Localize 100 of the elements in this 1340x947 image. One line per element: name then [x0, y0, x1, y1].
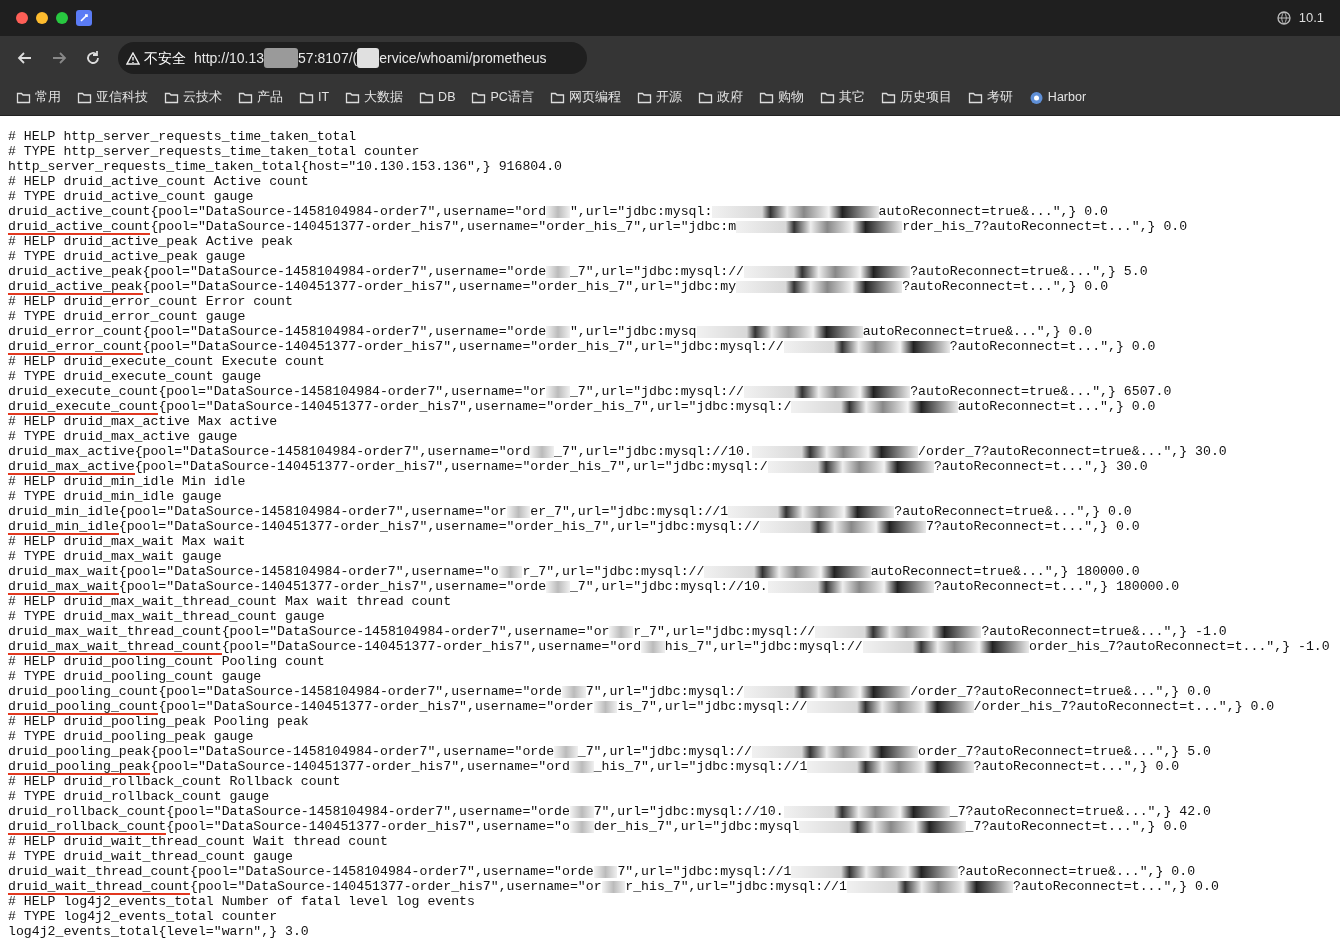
metric-name: druid_wait_thread_count	[8, 880, 191, 895]
bookmark[interactable]: 云技术	[164, 88, 222, 107]
metric-text: {pool="DataSource-1458104984-order7",username="or	[221, 624, 610, 639]
bookmark[interactable]: Harbor	[1028, 88, 1087, 107]
redacted-area	[641, 640, 665, 653]
bookmark[interactable]: DB	[419, 88, 456, 107]
metric-text: 7",url="jdbc:mysql://1	[617, 864, 792, 879]
folder-icon	[238, 90, 253, 105]
metric-text: {pool="DataSource-140451377-order_his7",username="order_his_7",url="jdbc:mysql:/	[158, 399, 792, 414]
minimize-window-button[interactable]	[36, 12, 48, 24]
folder-icon	[419, 90, 435, 105]
bookmark[interactable]: IT	[299, 88, 330, 107]
redacted-area	[264, 48, 299, 68]
comment-line: # HELP druid_wait_thread_count Wait thread count	[8, 834, 388, 849]
reload-icon[interactable]	[84, 49, 102, 67]
metric-text: 7",url="jdbc:mysql://10.	[593, 804, 784, 819]
metric-text: ?autoReconnect=t...",} 0.0	[1013, 879, 1219, 894]
metric-text: {pool="DataSource-140451377-order_his7",username="orde	[118, 579, 547, 594]
metric-text: ?autoReconnect=t...",} 0.0	[973, 759, 1180, 774]
metric-name: druid_rollback_count	[8, 820, 167, 835]
folder-icon	[880, 90, 896, 105]
folder-icon	[77, 90, 92, 105]
redacted-area	[601, 880, 626, 893]
folder-icon	[299, 90, 314, 105]
globe-icon	[1276, 11, 1291, 25]
redacted-area	[562, 685, 586, 698]
bookmark[interactable]: 常用	[16, 88, 61, 107]
folder-icon	[819, 90, 835, 105]
metric-text: ",url="jdbc:mysql:	[569, 204, 713, 219]
comment-line: # TYPE druid_execute_count gauge	[8, 369, 262, 384]
metric-text: 7",url="jdbc:mysql:/	[585, 684, 744, 699]
comment-line: # TYPE druid_pooling_count gauge	[8, 669, 262, 684]
metric-text: _7",url="jdbc:mysql://	[569, 264, 744, 279]
metric-text: {pool="DataSource-1458104984-order7",username="or	[118, 504, 507, 519]
metric-name: druid_max_active	[8, 460, 135, 475]
metric-text: {pool="DataSource-140451377-order_his7",username="ord	[221, 639, 642, 654]
comment-line: # TYPE http_server_requests_time_taken_total counter	[8, 144, 420, 159]
security-label[interactable]: 不安全	[144, 47, 186, 69]
bookmark[interactable]: 网页编程	[549, 88, 621, 107]
metric-name: druid_active_count	[8, 220, 151, 235]
metric-text: {pool="DataSource-1458104984-order7",username="orde	[142, 324, 547, 339]
redacted-area	[569, 760, 594, 773]
metric-name: druid_active_peak	[8, 280, 143, 295]
comment-line: # HELP http_server_requests_time_taken_total	[8, 129, 357, 144]
metric-text: _7",url="jdbc:mysql://10.	[569, 579, 768, 594]
comment-line: # HELP druid_min_idle Min idle	[8, 474, 246, 489]
bookmark[interactable]: 历史项目	[880, 88, 952, 107]
bookmark[interactable]: 考研	[967, 88, 1013, 107]
metric-name: druid_pooling_count	[8, 700, 159, 715]
bookmark[interactable]: 开源	[636, 88, 682, 107]
bookmark[interactable]: 大数据	[345, 88, 404, 107]
site-icon	[1028, 90, 1044, 105]
comment-line: # TYPE druid_max_active gauge	[8, 429, 238, 444]
top-bar-text: 10.1	[1298, 9, 1324, 28]
comment-line: # TYPE druid_active_peak gauge	[8, 249, 246, 264]
zoom-window-button[interactable]	[56, 12, 68, 24]
redacted-area	[546, 205, 570, 218]
metric-name: druid_max_wait_thread_count	[8, 640, 222, 655]
metric-text: _7?autoReconnect=true&...",} 42.0	[949, 804, 1211, 819]
metric-text: ?autoReconnect=true&...",} 5.0	[910, 264, 1148, 279]
metric-text: {pool="DataSource-140451377-order_his7",username="order_his_7",url="jdbc:mysql://	[118, 519, 760, 534]
metric-name: druid_pooling_count	[8, 684, 159, 699]
metric-name: log4j2_events_total	[8, 924, 159, 939]
redacted-area	[593, 865, 618, 878]
redacted-area	[498, 565, 523, 578]
metric-name: druid_execute_count	[8, 384, 159, 399]
metric-text: {pool="DataSource-140451377-order_his7",username="order	[158, 699, 594, 714]
comment-line: # TYPE log4j2_events_total counter	[8, 909, 278, 924]
bookmark[interactable]: 购物	[758, 88, 804, 107]
metric-name: druid_max_wait_thread_count	[8, 624, 222, 639]
folder-icon	[549, 90, 565, 105]
metric-text: ?autoReconnect=t...",} 0.0	[902, 279, 1109, 294]
url-text: 57:8107/(	[298, 48, 358, 68]
redacted-area	[554, 745, 578, 758]
comment-line: # HELP druid_pooling_peak Pooling peak	[8, 714, 309, 729]
metric-name: druid_pooling_peak	[8, 744, 151, 759]
url-text: http://10.13	[194, 48, 265, 68]
folder-icon	[758, 90, 774, 105]
bookmark[interactable]: PC语言	[471, 88, 534, 107]
bookmark[interactable]: 亚信科技	[77, 88, 148, 107]
close-window-button[interactable]	[16, 12, 28, 24]
bookmark[interactable]: 其它	[819, 88, 865, 107]
redacted-area	[357, 48, 380, 68]
metric-text: autoReconnect=true&...",} 0.0	[862, 324, 1093, 339]
app-icon	[76, 10, 92, 26]
metric-text: _7?autoReconnect=t...",} 0.0	[965, 819, 1188, 834]
redacted-area	[593, 700, 618, 713]
bookmark[interactable]: 政府	[697, 88, 743, 107]
address-bar[interactable]: 不安全 http://10.13 57:8107/( ervice/whoami/prometheus	[118, 42, 587, 74]
comment-line: # HELP druid_max_active Max active	[8, 414, 278, 429]
bookmark[interactable]: 产品	[238, 88, 283, 107]
metric-text: r_7",url="jdbc:mysql://	[522, 564, 705, 579]
metric-text: {pool="DataSource-140451377-order_his7",username="ord	[150, 759, 570, 774]
comment-line: # TYPE druid_rollback_count gauge	[8, 789, 270, 804]
folder-icon	[345, 90, 361, 105]
metric-text: _7",url="jdbc:mysql://	[569, 384, 744, 399]
metric-text: order_his_7?autoReconnect=t...",} -1.0	[1028, 639, 1330, 654]
metric-name: druid_error_count	[8, 324, 143, 339]
folder-icon	[636, 90, 652, 105]
metric-text: {pool="DataSource-1458104984-order7",username="ord	[150, 204, 547, 219]
